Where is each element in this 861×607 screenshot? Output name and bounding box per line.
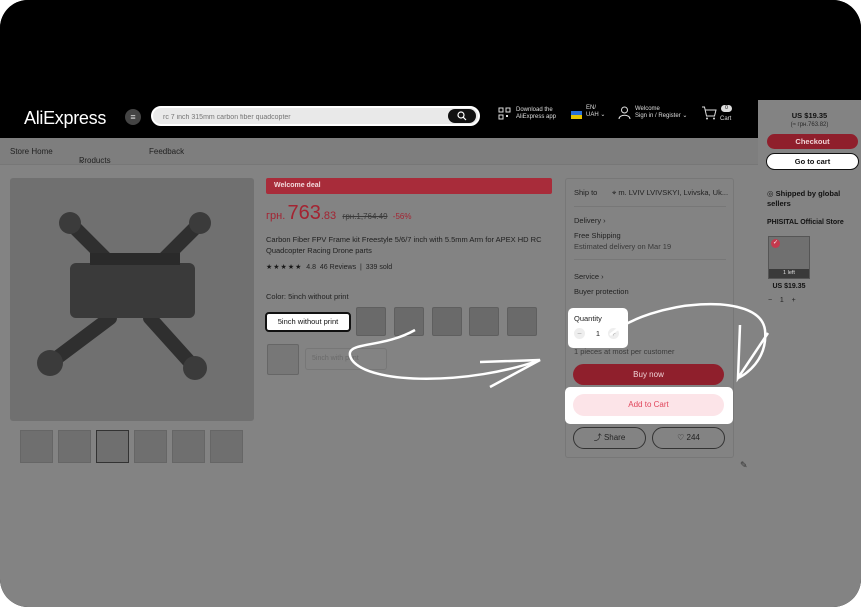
store-name[interactable]: PHISITAL Official Store [767,219,844,226]
location-pin-icon: ⌖ [612,188,617,197]
rating-row: ★★★★★ 4.8 46 Reviews | 339 sold [266,264,393,271]
variant-selected[interactable]: 5inch without print [265,312,351,332]
cart-icon[interactable] [701,106,717,123]
cart-label[interactable]: Cart [720,116,731,123]
browser-frame: AliExpress ≡ Download the AliExpress app… [0,0,861,607]
cart-count-badge: 0 [721,105,732,112]
service-value: Buyer protection [574,287,629,296]
quantity-label: Quantity [574,314,602,323]
divider [574,259,726,260]
reviews-link[interactable]: 46 Reviews [320,264,356,271]
price-currency: грн. [266,210,286,222]
feedback-link[interactable]: Feedback [149,147,184,156]
rating-value: 4.8 [306,264,317,271]
product-main-image[interactable] [10,178,254,421]
original-price: грн.1,764.49 [342,212,388,221]
variant-swatch-6[interactable] [507,307,537,336]
product-page: Store Home Products ⌄ Feedback Welcome d… [0,138,758,607]
ship-to-value[interactable]: ⌖ m. LVIV LVIVSKYI, Lvivska, Uk... [612,188,728,198]
price-row: грн. 763.83 грн.1,764.49 -56% [266,202,411,225]
menu-icon[interactable]: ≡ [125,109,141,125]
thumbnail-4[interactable] [134,430,167,463]
variant-swatch-print[interactable] [267,344,299,375]
quantity-note: 1 pieces at most per customer [574,347,675,356]
store-home-link[interactable]: Store Home [10,147,53,156]
download-app-link[interactable]: Download the AliExpress app [516,107,556,121]
cart-item-decrease[interactable]: − [768,297,772,304]
delivery-link[interactable]: Delivery › [574,216,606,225]
quantity-value[interactable]: 1 [593,329,603,338]
search-icon [457,111,467,121]
cart-total-local: (≈ грн.763.82) [790,122,829,128]
search-button[interactable] [448,109,476,123]
service-link[interactable]: Service › [574,272,604,281]
product-title: Carbon Fiber FPV Frame kit Freestyle 5/6… [266,235,542,255]
stock-left-badge: 1 left [769,269,809,278]
site-header: AliExpress ≡ Download the AliExpress app… [0,100,758,138]
divider [574,206,726,207]
download-app-line1: Download the [516,107,553,113]
delivery-estimate: Estimated delivery on Mar 19 [574,242,672,251]
color-label: Color: 5inch without print [266,292,349,301]
thumbnail-6[interactable] [210,430,243,463]
aliexpress-logo[interactable]: AliExpress [24,108,106,129]
welcome-label: Welcome [635,106,660,112]
discount-badge: -56% [392,212,412,221]
delivery-free: Free Shipping [574,231,621,240]
thumbnail-3[interactable] [96,430,129,463]
thumbnail-2[interactable] [58,430,91,463]
share-icon: ⤴ [593,433,602,442]
edit-icon[interactable]: ✎ [740,460,748,471]
share-button[interactable]: ⤴ Share [573,427,646,449]
variant-swatch-5[interactable] [469,307,499,336]
variant-swatch-4[interactable] [432,307,462,336]
search-input[interactable] [163,110,443,124]
price-decimal: .83 [320,210,337,222]
cart-item-increase[interactable]: + [792,297,796,304]
quantity-increase-button[interactable]: + [608,328,619,339]
account-menu[interactable]: Welcome Sign in / Register ⌄ [635,106,687,120]
cart-item-price: US $19.35 [772,283,806,290]
thumbnail-5[interactable] [172,430,205,463]
price-main: 763 [287,202,321,224]
language-currency-selector[interactable]: EN/ UAH ⌄ [586,105,605,119]
shipped-by-label: ◎ Shipped by global sellers [767,189,841,208]
variant-swatch-3[interactable] [394,307,424,336]
globe-icon: ◎ [767,189,774,198]
sold-count: 339 sold [365,264,393,271]
cart-item-thumbnail[interactable]: ✓ 1 left [768,236,810,279]
checkout-button[interactable]: Checkout [767,134,858,149]
cart-total: US $19.35 [791,111,828,120]
quantity-decrease-button[interactable]: − [574,328,585,339]
store-navigation: Store Home Products ⌄ Feedback [0,138,758,165]
top-blank-area [0,0,861,100]
star-rating-icon: ★★★★★ [266,264,303,271]
variant-print-label[interactable]: 5inch with print [305,348,387,370]
variant-swatch-2[interactable] [356,307,386,336]
cart-item-qty-value[interactable]: 1 [780,297,784,304]
search-bar [151,106,480,126]
checkbox-checked-icon[interactable]: ✓ [771,239,780,248]
ship-to-label: Ship to [574,188,598,197]
qr-code-icon[interactable] [498,107,511,123]
language-label: EN/ [586,105,597,111]
user-icon[interactable] [618,106,631,123]
ukraine-flag-icon [571,111,582,119]
wishlist-button[interactable]: ♡ 244 [652,427,725,449]
cart-sidebar: US $19.35 (≈ грн.763.82) Checkout Go to … [758,100,861,607]
cart-item-quantity: − 1 + [768,297,810,304]
quantity-selector: Quantity − 1 + [568,308,628,348]
sign-in-register-link[interactable]: Sign in / Register ⌄ [635,113,687,120]
currency-label: UAH ⌄ [586,112,606,118]
add-to-cart-highlight: Add to Cart [565,387,733,424]
download-app-line2: AliExpress app [516,114,557,120]
welcome-deal-banner: Welcome deal [266,178,552,194]
add-to-cart-button[interactable]: Add to Cart [573,394,724,416]
thumbnail-1[interactable] [20,430,53,463]
buy-now-button[interactable]: Buy now [573,364,724,385]
heart-icon: ♡ [677,433,685,442]
chevron-down-icon: ⌄ [79,156,86,165]
go-to-cart-button[interactable]: Go to cart [766,153,859,170]
drone-frame-image [37,212,211,380]
